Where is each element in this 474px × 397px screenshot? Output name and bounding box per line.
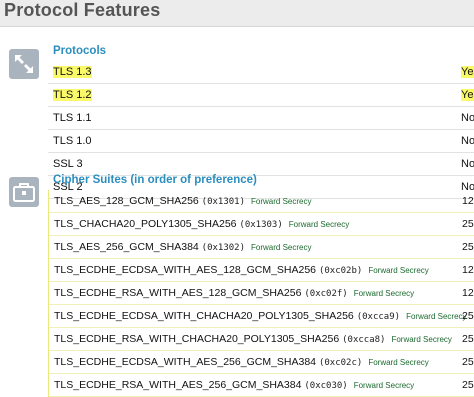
protocol-value: No xyxy=(461,135,474,147)
protocol-row-tls10: TLS 1.0 No xyxy=(48,130,474,153)
forward-secrecy-label: Forward Secrecy xyxy=(406,312,467,321)
protocol-row-tls13: TLS 1.3 Yes xyxy=(48,61,474,84)
expand-arrows-icon xyxy=(9,49,39,79)
cipher-name: TLS_ECDHE_RSA_WITH_AES_128_GCM_SHA256 xyxy=(54,287,302,299)
cipher-bits: 256 xyxy=(462,379,474,391)
cipher-name: TLS_ECDHE_RSA_WITH_AES_256_GCM_SHA384 xyxy=(54,379,302,391)
cipher-row: TLS_ECDHE_RSA_WITH_AES_256_GCM_SHA384 (0… xyxy=(49,374,474,397)
forward-secrecy-label: Forward Secrecy xyxy=(368,358,429,367)
protocol-row-ssl3: SSL 3 No xyxy=(48,153,474,176)
briefcase-icon xyxy=(9,177,39,207)
forward-secrecy-label: Forward Secrecy xyxy=(251,243,312,252)
protocol-value: Yes xyxy=(461,89,474,101)
cipher-bits: 256 xyxy=(462,333,474,345)
cipher-row: TLS_ECDHE_RSA_WITH_CHACHA20_POLY1305_SHA… xyxy=(49,328,474,351)
protocol-name: SSL 3 xyxy=(53,158,83,170)
protocols-heading: Protocols xyxy=(53,45,107,57)
cipher-code: (0xc02b) xyxy=(318,266,363,276)
cipher-code: (0xcca8) xyxy=(342,335,386,345)
cipher-code: (0xc02c) xyxy=(318,358,363,368)
forward-secrecy-label: Forward Secrecy xyxy=(251,197,312,206)
cipher-code: (0xcca9) xyxy=(356,312,401,322)
protocol-name: TLS 1.1 xyxy=(53,112,92,124)
cipher-name: TLS_ECDHE_ECDSA_WITH_AES_256_GCM_SHA384 xyxy=(54,356,317,368)
cipher-code: (0xc030) xyxy=(304,381,348,391)
cipher-bits: 256 xyxy=(462,310,474,322)
cipher-name: TLS_CHACHA20_POLY1305_SHA256 xyxy=(54,218,237,230)
forward-secrecy-label: Forward Secrecy xyxy=(353,289,415,298)
cipher-bits: 256 xyxy=(462,356,474,368)
cipher-row: TLS_ECDHE_ECDSA_WITH_CHACHA20_POLY1305_S… xyxy=(49,305,474,328)
protocol-row-tls11: TLS 1.1 No xyxy=(48,107,474,130)
protocol-name: TLS 1.3 xyxy=(53,66,92,78)
forward-secrecy-label: Forward Secrecy xyxy=(288,220,350,229)
title-bar: Protocol Features xyxy=(0,0,474,27)
cipher-code: (0x1303) xyxy=(239,220,283,230)
cipher-row: TLS_ECDHE_ECDSA_WITH_AES_128_GCM_SHA256 … xyxy=(49,259,474,282)
cipher-bits: 128 xyxy=(462,195,474,207)
cipher-bits: 256 xyxy=(462,241,474,253)
forward-secrecy-label: Forward Secrecy xyxy=(353,381,415,390)
cipher-suites-table: TLS_AES_128_GCM_SHA256 (0x1301) Forward S… xyxy=(48,190,474,397)
cipher-name: TLS_AES_128_GCM_SHA256 xyxy=(54,195,199,207)
forward-secrecy-label: Forward Secrecy xyxy=(391,335,452,344)
cipher-name: TLS_ECDHE_ECDSA_WITH_CHACHA20_POLY1305_S… xyxy=(54,310,354,322)
protocol-value: No xyxy=(461,112,474,124)
cipher-row: TLS_ECDHE_ECDSA_WITH_AES_256_GCM_SHA384 … xyxy=(49,351,474,374)
cipher-row: TLS_CHACHA20_POLY1305_SHA256 (0x1303) For… xyxy=(49,213,474,236)
cipher-bits: 128 xyxy=(462,287,474,299)
cipher-row: TLS_AES_128_GCM_SHA256 (0x1301) Forward S… xyxy=(49,190,474,213)
cipher-suites-heading: Cipher Suites (in order of preference) xyxy=(53,174,257,186)
cipher-bits: 128 xyxy=(462,264,474,276)
cipher-code: (0x1301) xyxy=(201,197,246,207)
cipher-code: (0xc02f) xyxy=(304,289,348,299)
protocol-value: No xyxy=(461,158,474,170)
protocol-value: Yes xyxy=(461,66,474,78)
cipher-name: TLS_ECDHE_ECDSA_WITH_AES_128_GCM_SHA256 xyxy=(54,264,317,276)
protocol-name: TLS 1.0 xyxy=(53,135,92,147)
cipher-row: TLS_AES_256_GCM_SHA384 (0x1302) Forward S… xyxy=(49,236,474,259)
protocol-row-tls12: TLS 1.2 Yes xyxy=(48,84,474,107)
cipher-code: (0x1302) xyxy=(201,243,246,253)
cipher-name: TLS_ECDHE_RSA_WITH_CHACHA20_POLY1305_SHA… xyxy=(54,333,340,345)
cipher-bits: 256 xyxy=(462,218,474,230)
cipher-row: TLS_ECDHE_RSA_WITH_AES_128_GCM_SHA256 (0… xyxy=(49,282,474,305)
protocol-name: TLS 1.2 xyxy=(53,89,92,101)
forward-secrecy-label: Forward Secrecy xyxy=(368,266,429,275)
cipher-name: TLS_AES_256_GCM_SHA384 xyxy=(54,241,199,253)
page-title: Protocol Features xyxy=(4,0,161,20)
